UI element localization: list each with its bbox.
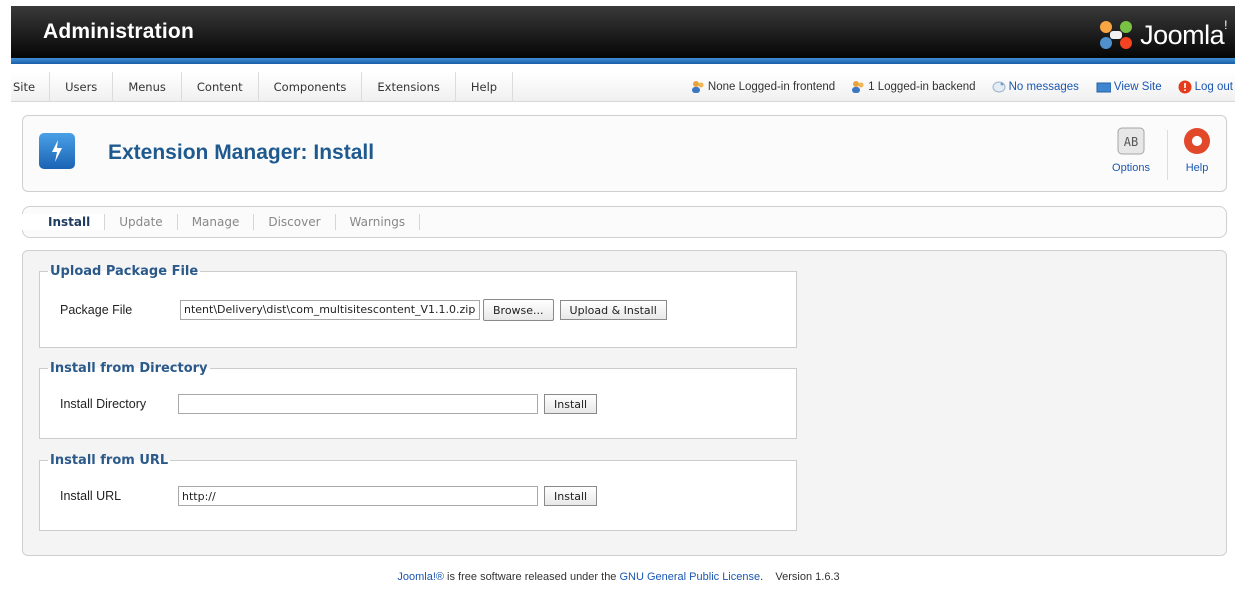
menu-menus[interactable]: Menus bbox=[113, 71, 182, 102]
options-button[interactable]: AB Options bbox=[1106, 126, 1156, 186]
joomla-logo-icon bbox=[1100, 21, 1133, 49]
help-button[interactable]: Help bbox=[1172, 126, 1222, 186]
brand-name: Joomla! bbox=[1140, 17, 1227, 50]
menu-components[interactable]: Components bbox=[259, 71, 363, 102]
header-title: Administration bbox=[43, 20, 194, 43]
help-label: Help bbox=[1185, 162, 1209, 174]
view-site-link[interactable]: View Site bbox=[1095, 80, 1162, 94]
tab-warnings[interactable]: Warnings bbox=[336, 214, 421, 230]
message-icon bbox=[992, 81, 1006, 93]
install-url-row: Install URL Install bbox=[60, 486, 598, 506]
install-directory-legend: Install from Directory bbox=[50, 361, 208, 376]
install-url-input[interactable] bbox=[178, 486, 538, 506]
gpl-license-link[interactable]: GNU General Public License bbox=[619, 571, 760, 583]
monitor-icon bbox=[1096, 82, 1111, 93]
install-directory-input[interactable] bbox=[178, 394, 538, 414]
tab-discover[interactable]: Discover bbox=[254, 214, 336, 230]
page-title: Extension Manager: Install bbox=[108, 141, 375, 164]
options-icon: AB bbox=[1117, 127, 1145, 155]
install-url-fieldset: Install from URL Install URL Install bbox=[39, 453, 797, 531]
tab-update[interactable]: Update bbox=[105, 214, 178, 230]
install-url-legend: Install from URL bbox=[50, 453, 169, 468]
install-directory-label: Install Directory bbox=[60, 397, 147, 411]
toolbar-box: Extension Manager: Install AB Options He… bbox=[22, 115, 1227, 192]
frontend-users-status: None Logged-in frontend bbox=[691, 80, 835, 94]
logout-link[interactable]: Log out bbox=[1178, 80, 1233, 94]
footer-text: is free software released under the bbox=[444, 571, 620, 583]
lightning-icon bbox=[52, 140, 62, 162]
package-file-label: Package File bbox=[60, 303, 133, 317]
backend-users-status: 1 Logged-in backend bbox=[851, 80, 976, 94]
status-area: None Logged-in frontend 1 Logged-in back… bbox=[675, 72, 1235, 102]
package-file-input[interactable]: ntent\Delivery\dist\com_multisitesconten… bbox=[180, 300, 480, 320]
tab-manage[interactable]: Manage bbox=[178, 214, 255, 230]
main-menubar: Site Users Menus Content Components Exte… bbox=[11, 71, 1235, 102]
upload-package-fieldset: Upload Package File Package File ntent\D… bbox=[39, 264, 797, 348]
menu-site[interactable]: Site bbox=[11, 71, 51, 102]
upload-install-button[interactable]: Upload & Install bbox=[559, 300, 667, 320]
tab-install[interactable]: Install bbox=[22, 214, 106, 230]
install-url-button[interactable]: Install bbox=[544, 486, 598, 506]
menu-content[interactable]: Content bbox=[182, 71, 259, 102]
joomla-brand: Joomla! bbox=[1096, 18, 1227, 52]
svg-text:AB: AB bbox=[1124, 135, 1138, 149]
menu-users[interactable]: Users bbox=[50, 71, 114, 102]
install-page-icon bbox=[39, 133, 75, 169]
users-icon bbox=[691, 81, 704, 93]
footer-period: . bbox=[760, 571, 764, 583]
version-text: Version 1.6.3 bbox=[775, 571, 840, 583]
lifebuoy-icon bbox=[1184, 128, 1210, 154]
joomla-footer-link[interactable]: Joomla!® bbox=[397, 571, 444, 583]
submenu-tabs: Install Update Manage Discover Warnings bbox=[22, 206, 1227, 238]
menu-help[interactable]: Help bbox=[456, 71, 514, 102]
users-icon bbox=[852, 81, 864, 93]
logout-icon bbox=[1178, 80, 1192, 94]
install-directory-fieldset: Install from Directory Install Directory… bbox=[39, 361, 797, 439]
install-url-label: Install URL bbox=[60, 489, 122, 503]
toolbar-separator bbox=[1167, 130, 1168, 180]
install-directory-row: Install Directory Install bbox=[60, 394, 598, 414]
footer: Joomla!® is free software released under… bbox=[0, 571, 1237, 583]
options-label: Options bbox=[1112, 162, 1150, 174]
admin-header: Administration Joomla! bbox=[11, 6, 1235, 64]
browse-button[interactable]: Browse... bbox=[483, 299, 554, 321]
header-stripe bbox=[11, 58, 1235, 64]
messages-link[interactable]: No messages bbox=[992, 80, 1079, 94]
package-file-row: Package File ntent\Delivery\dist\com_mul… bbox=[60, 299, 667, 321]
menu-extensions[interactable]: Extensions bbox=[362, 71, 456, 102]
main-content: Upload Package File Package File ntent\D… bbox=[22, 250, 1227, 556]
upload-package-legend: Upload Package File bbox=[50, 264, 199, 279]
install-directory-button[interactable]: Install bbox=[544, 394, 598, 414]
